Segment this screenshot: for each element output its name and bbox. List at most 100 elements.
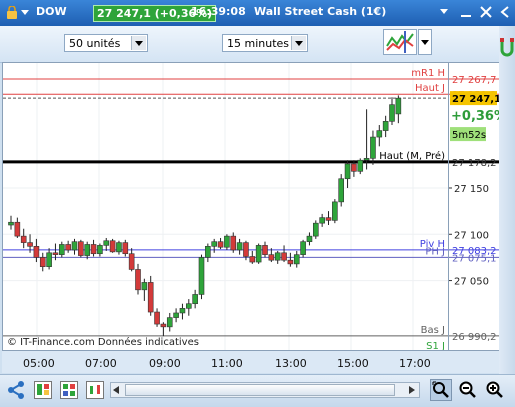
candle [236,238,243,255]
candle [325,211,332,226]
share-icon[interactable] [6,380,26,400]
magnet-icon[interactable] [499,36,515,60]
instrument-name: Wall Street Cash (1€) [254,5,387,18]
indicators-dropdown-button[interactable] [418,29,432,55]
scrollbar-thumb[interactable] [125,384,395,396]
candle [20,228,27,249]
candle [154,308,160,327]
level-name: S1 J [426,341,445,350]
candle [255,243,262,264]
time-label: 09:00 [149,357,181,370]
candle [205,243,211,263]
units-select[interactable]: 50 unités [64,34,148,52]
window-dropdown-icon[interactable] [440,9,448,14]
candle [376,125,383,147]
watermark: © IT-Finance.com Données indicatives [7,337,199,348]
horizontal-scrollbar[interactable] [110,382,420,398]
candle [90,239,97,257]
candle [141,278,148,301]
candle [262,241,268,258]
time-label: 07:00 [85,357,117,370]
toolbar: 50 unités 15 minutes [0,26,515,63]
candle [382,115,389,138]
candle [293,250,300,268]
level-name: Haut J [415,83,445,94]
minimize-window-button[interactable] [458,4,474,20]
candle [166,312,173,332]
scroll-right-arrow-icon[interactable] [409,386,417,394]
candle [128,248,135,272]
symbol-name[interactable]: DOW [36,5,67,18]
level-value: 27 267,7 [452,75,497,86]
grid-view-icon[interactable] [60,381,78,399]
level-value: 27 075,1 [452,253,497,264]
candle [58,241,65,258]
interval-select[interactable]: 15 minutes [222,34,308,52]
price-axis-svg: 27 267,727 251,327 178,227 083,227 075,1… [449,75,499,343]
candlestick-chart[interactable]: mR1 HHaut JHaut (M, Pré)Piv HPH JBas JS1… [3,63,448,350]
candle [217,237,224,250]
candle [173,308,179,323]
candle [319,213,325,227]
interval-select-value: 15 minutes [227,37,290,50]
zoom-fit-icon[interactable] [430,379,452,401]
candle [122,239,129,257]
level-name: Bas J [421,325,445,336]
scroll-left-arrow-icon[interactable] [113,386,121,394]
candle [116,240,122,255]
close-window-button[interactable] [478,4,494,20]
chevron-down-icon[interactable] [291,36,306,50]
indicators-button[interactable] [383,29,417,55]
chevron-down-icon [421,40,429,45]
candle [249,250,256,264]
countdown-label: 5m52s [452,130,486,141]
candle [357,158,364,175]
units-select-value: 50 unités [69,37,121,50]
chart-area[interactable]: mR1 H Haut J Haut (M, Pré) Piv H PH J Bas J S1… [2,62,449,351]
candle [274,250,281,264]
level-name: Haut (M, Pré) [379,150,445,162]
chevron-down-icon[interactable] [131,36,146,50]
candle [65,240,71,253]
candle [179,303,186,320]
candle [135,263,141,295]
indicators-icon [386,31,414,53]
zoom-in-icon[interactable] [485,380,505,400]
candle [338,174,345,207]
price-tick-label: 27 150 [454,184,489,195]
level-name: mR1 H [411,68,445,79]
current-price-label: 27 247,1 [452,94,499,105]
time-label: 17:00 [399,357,431,370]
level-value: 26 990,2 [452,332,497,343]
level-name: PH J [425,246,445,257]
candle [332,199,338,224]
price-tick-label: 27 100 [454,230,489,241]
candle [395,95,402,124]
price-axis[interactable]: 27 267,727 251,327 178,227 083,227 075,1… [449,62,499,351]
candle [363,109,370,170]
candle [71,238,78,255]
candle [39,252,46,272]
candle [281,245,287,263]
time-label: 11:00 [211,357,243,370]
candle [46,248,52,270]
time-label: 13:00 [275,357,307,370]
candle [14,217,21,238]
candle [103,237,110,251]
candle [97,243,103,257]
time-label: 05:00 [23,357,55,370]
candles-view-icon[interactable] [86,381,104,399]
zoom-out-icon[interactable] [458,380,478,400]
scroll-left-icon[interactable] [498,4,512,20]
symbol-dropdown-icon[interactable] [21,10,29,15]
candle [300,239,306,258]
candle [211,238,217,253]
right-tool-strip [499,26,515,374]
time-label: 15:00 [337,357,369,370]
current-change-label: +0,36% [451,109,499,124]
ticker-lock-icon[interactable] [6,6,18,19]
title-bar: DOW 27 247,1 (+0,36%) 16:39:08 Wall Stre… [0,0,515,26]
candle [370,130,376,165]
candle [198,254,205,300]
layout-icon[interactable] [34,381,52,399]
